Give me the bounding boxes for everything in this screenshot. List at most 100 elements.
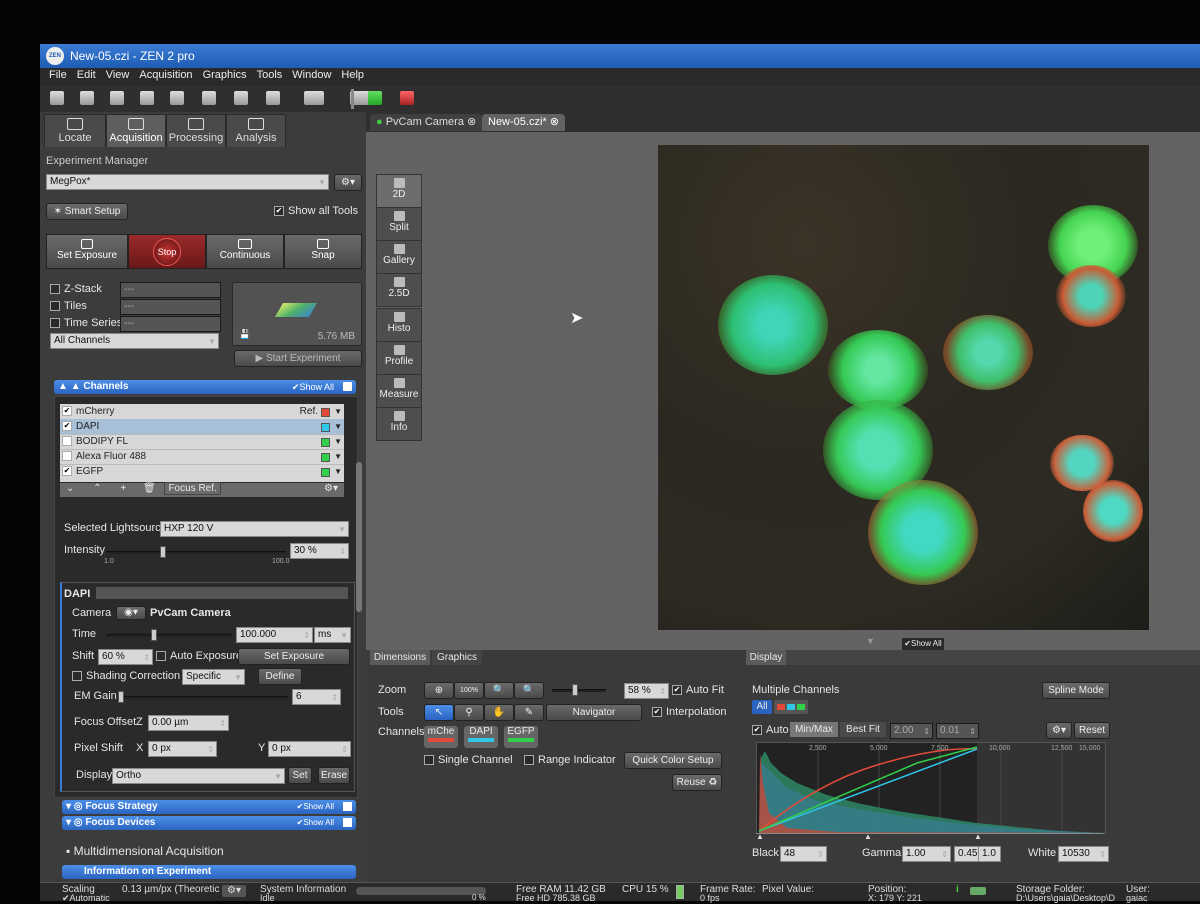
intensity-slider[interactable] — [106, 551, 286, 554]
channel-row-alexa[interactable]: Alexa Fluor 488 ▼ — [60, 449, 344, 465]
color-swatch[interactable] — [321, 453, 330, 462]
zoom-slider[interactable] — [552, 689, 606, 692]
chevron-down-icon[interactable]: ⌄ — [66, 483, 74, 494]
show-all-toggle[interactable]: ✔Show All — [902, 638, 944, 650]
channels-section-header[interactable]: ▲ ▲ Channels ✔Show All — [54, 380, 356, 394]
pointer-tool-button[interactable]: ↖ — [424, 704, 454, 721]
trash-icon[interactable]: 🗑 — [143, 483, 156, 494]
multidimensional-acquisition-header[interactable]: ▪ Multidimensional Acquisition — [66, 844, 224, 858]
flag-green-icon[interactable] — [368, 91, 382, 105]
black-point-handle[interactable]: ▲ — [756, 832, 764, 841]
doc-tab-pvcam[interactable]: ● PvCam Camera ⊗ — [370, 114, 483, 131]
menu-window[interactable]: Window — [287, 68, 336, 82]
chevron-down-icon[interactable]: ▼ — [334, 464, 342, 479]
channel-chip-dapi[interactable]: DAPI — [464, 726, 498, 748]
cut-icon[interactable] — [170, 91, 184, 105]
pan-tool-button[interactable]: ✋ — [484, 704, 514, 721]
white-point-handle[interactable]: ▲ — [974, 832, 982, 841]
reuse-button[interactable]: Reuse ♻ — [672, 774, 722, 791]
reset-button[interactable]: Reset — [1074, 722, 1110, 739]
menu-acquisition[interactable]: Acquisition — [134, 68, 197, 82]
menu-edit[interactable]: Edit — [72, 68, 101, 82]
time-input[interactable]: 100.000 ⇕ — [236, 627, 313, 643]
zoom-tool-button[interactable]: ⚲ — [454, 704, 484, 721]
navigator-button[interactable]: Navigator — [546, 704, 642, 721]
tab-locate[interactable]: Locate — [44, 114, 106, 147]
channels-select[interactable]: All Channels ▼ — [50, 333, 219, 349]
spline-mode-button[interactable]: Spline Mode — [1042, 682, 1110, 699]
draw-tool-button[interactable]: ✎ — [514, 704, 544, 721]
channel-row-mcherry[interactable]: ✔ mCherry Ref. ▼ — [60, 404, 344, 420]
channel-toggle-group[interactable] — [774, 700, 808, 714]
save-icon[interactable] — [110, 91, 124, 105]
auto-fit-checkbox[interactable]: ✔ Auto Fit — [672, 684, 724, 696]
channel-row-egfp[interactable]: ✔ EGFP ▼ — [60, 464, 344, 479]
start-experiment-button[interactable]: ▶ Start Experiment — [234, 350, 362, 367]
minmax-button[interactable]: Min/Max — [790, 722, 838, 737]
gamma-preset-045[interactable]: 0.45 — [954, 846, 979, 862]
menu-view[interactable]: View — [101, 68, 135, 82]
color-swatch[interactable] — [321, 438, 330, 447]
auto-exposure-checkbox[interactable]: Auto Exposure — [156, 650, 242, 662]
snap-button[interactable]: Snap — [284, 234, 362, 269]
save-as-icon[interactable] — [140, 91, 154, 105]
tab-graphics[interactable]: Graphics — [432, 650, 482, 665]
microscopy-image[interactable] — [658, 145, 1149, 630]
tab-analysis[interactable]: Analysis — [226, 114, 286, 147]
histogram[interactable]: 2,500 5,000 7,500 10,000 12,500 15,000 — [756, 742, 1106, 834]
menu-help[interactable]: Help — [336, 68, 369, 82]
dapi-set-exposure-button[interactable]: Set Exposure — [238, 648, 350, 665]
focus-strategy-header[interactable]: ▾ ◎ Focus Strategy ✔Show All — [62, 800, 356, 814]
interpolation-checkbox[interactable]: ✔ Interpolation — [652, 706, 727, 718]
intensity-input[interactable]: 30 % ⇕ — [290, 543, 349, 559]
view-2d-button[interactable]: 2D — [376, 174, 422, 208]
panel-scrollbar[interactable] — [356, 462, 362, 612]
display-set-button[interactable]: Set — [288, 767, 312, 784]
channel-chip-egfp[interactable]: EGFP — [504, 726, 538, 748]
menu-graphics[interactable]: Graphics — [198, 68, 252, 82]
color-swatch[interactable] — [321, 408, 330, 417]
pixel-shift-x-input[interactable]: 0 px ⇕ — [148, 741, 217, 757]
gamma-preset-1[interactable]: 1.0 — [978, 846, 1001, 862]
intensity-slider-knob[interactable] — [160, 546, 166, 558]
chevron-down-icon[interactable]: ▼ — [334, 434, 342, 449]
chevron-down-icon[interactable]: ▼ — [334, 449, 342, 464]
experiment-select[interactable]: MegPox* ▼ — [46, 174, 329, 190]
tab-display[interactable]: Display — [746, 650, 786, 665]
camera-select-button[interactable]: ◉▾ — [116, 606, 146, 620]
close-icon[interactable]: ⊗ — [547, 116, 559, 128]
expand-window-icon[interactable] — [343, 802, 352, 811]
auto-checkbox[interactable]: ✔ Auto — [752, 724, 789, 736]
expand-window-icon[interactable] — [343, 382, 352, 391]
set-exposure-button[interactable]: Set Exposure — [46, 234, 128, 269]
display-options-button[interactable]: ⚙▾ — [1046, 722, 1072, 739]
chevron-down-icon[interactable]: ▼ — [334, 404, 342, 419]
zoom-slider-knob[interactable] — [572, 684, 578, 696]
new-file-icon[interactable] — [50, 91, 64, 105]
single-channel-checkbox[interactable]: Single Channel — [424, 754, 513, 766]
shift-input[interactable]: 60 % ⇕ — [98, 649, 153, 665]
dapi-toggle[interactable] — [787, 704, 795, 710]
smart-setup-button[interactable]: ✶ Smart Setup — [46, 203, 128, 220]
focus-devices-header[interactable]: ▾ ◎ Focus Devices ✔Show All — [62, 816, 356, 830]
experiment-options-button[interactable]: ⚙▾ — [334, 174, 362, 191]
time-slider-knob[interactable] — [151, 629, 157, 641]
time-slider[interactable] — [106, 634, 232, 637]
focus-strategy-show-all[interactable]: ✔Show All — [297, 800, 334, 814]
zoom-fit-button[interactable]: ⊕ — [424, 682, 454, 699]
gear-icon[interactable]: ⚙▾ — [324, 483, 338, 494]
mcherry-toggle[interactable] — [777, 704, 785, 710]
continuous-button[interactable]: Continuous — [206, 234, 284, 269]
zoom-100-button[interactable]: 100% — [454, 682, 484, 699]
tab-acquisition[interactable]: Acquisition — [106, 114, 166, 147]
view-split-button[interactable]: Split — [376, 207, 422, 241]
zoom-out-button[interactable]: 🔍 — [484, 682, 514, 699]
channel-row-bodipy[interactable]: BODIPY FL ▼ — [60, 434, 344, 450]
flag-red-icon[interactable] — [400, 91, 414, 105]
automatic-checkbox[interactable]: ✔Automatic — [62, 893, 110, 904]
view-profile-button[interactable]: Profile — [376, 341, 422, 375]
em-gain-slider-knob[interactable] — [118, 691, 124, 703]
egfp-toggle[interactable] — [797, 704, 805, 710]
tiles-checkbox[interactable]: Tiles — [50, 300, 87, 312]
gamma-input[interactable]: 1.00 ⇕ — [902, 846, 951, 862]
